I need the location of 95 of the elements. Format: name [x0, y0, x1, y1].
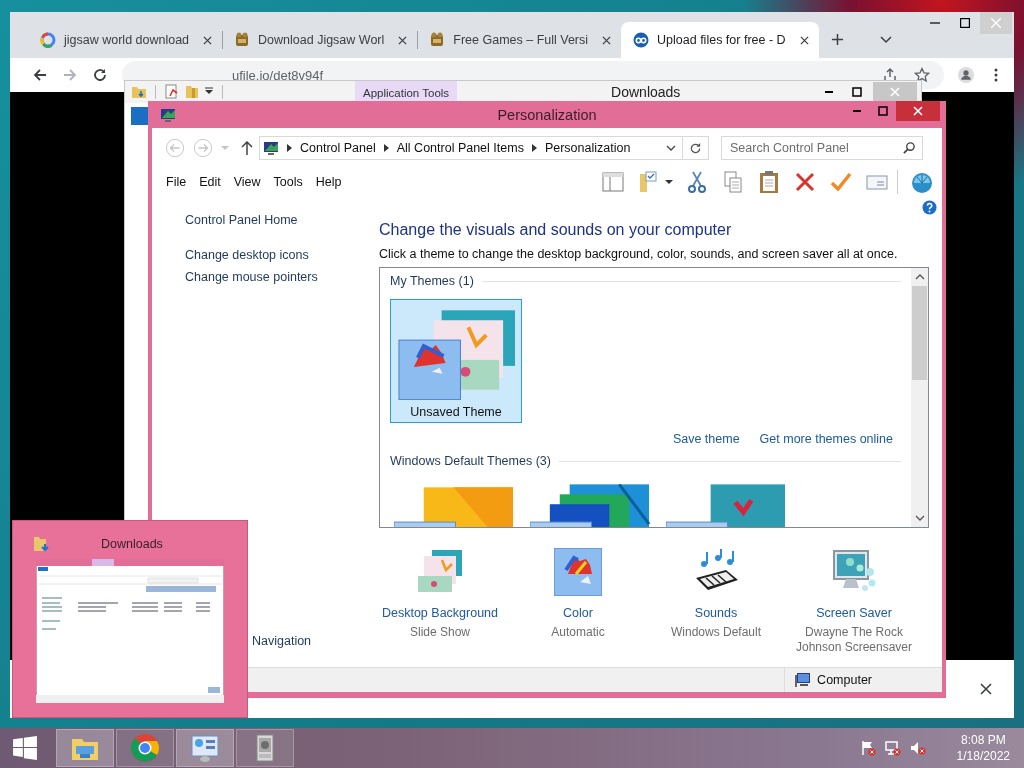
nav-link[interactable]: Control Panel Home: [185, 213, 298, 227]
browser-tab[interactable]: jigsaw world download: [28, 22, 223, 58]
chrome-icon: [129, 732, 161, 764]
new-tab-icon[interactable]: [830, 33, 844, 46]
chevron-down-icon[interactable]: [666, 145, 676, 151]
maximize-icon: [878, 106, 888, 116]
clipboard-icon[interactable]: [757, 170, 781, 194]
close-icon[interactable]: [799, 35, 809, 45]
maximize-icon: [960, 18, 970, 28]
search-icon[interactable]: [903, 141, 916, 154]
close-icon[interactable]: [398, 35, 408, 45]
menu-item[interactable]: Help: [313, 173, 353, 191]
flag-icon[interactable]: [859, 740, 876, 756]
scroll-up-icon[interactable]: [914, 274, 925, 280]
installer-button[interactable]: [236, 729, 294, 767]
close-icon: [991, 18, 1001, 28]
minimize-icon: [824, 91, 834, 93]
back-icon[interactable]: [32, 67, 48, 83]
google-icon: [40, 32, 56, 48]
setting-value: Slide Show: [409, 625, 470, 640]
setting-value: Automatic: [551, 625, 605, 640]
setting-value: Windows Default: [670, 625, 761, 640]
menu-item[interactable]: Edit: [197, 173, 232, 191]
status-text: Computer: [817, 673, 872, 687]
breadcrumb-item[interactable]: Control Panel: [300, 141, 376, 155]
monitor-icon: [160, 106, 176, 123]
setting-link[interactable]: Screen Saver: [816, 606, 892, 620]
nav-link[interactable]: Change desktop icons: [185, 248, 309, 262]
chevron-right-icon[interactable]: [531, 144, 537, 152]
computer-icon: [795, 672, 812, 688]
page-heading: Change the visuals and sounds on your computer: [379, 221, 733, 239]
chrome-button[interactable]: [116, 729, 174, 767]
profile-icon[interactable]: [958, 67, 974, 83]
color-palette-icon[interactable]: [554, 548, 602, 596]
caret-icon[interactable]: [665, 179, 673, 185]
browser-tab[interactable]: Download Jigsaw Worl: [222, 22, 418, 58]
shell-icon[interactable]: [910, 170, 934, 194]
setting-link[interactable]: Color: [563, 606, 593, 620]
breadcrumb-item[interactable]: Personalization: [544, 141, 631, 155]
address-bar[interactable]: Control Panel All Control Panel Items Personalization: [259, 136, 683, 160]
control-panel-button[interactable]: [176, 729, 234, 767]
network-icon[interactable]: [884, 740, 901, 756]
scrollbar[interactable]: [911, 268, 928, 527]
preview-title: Downloads: [101, 537, 163, 551]
group-header: Windows Default Themes (3): [390, 454, 551, 468]
scroll-down-icon[interactable]: [914, 515, 925, 521]
nav-link[interactable]: Change mouse pointers: [185, 270, 318, 284]
control-panel-icon: [189, 732, 221, 764]
caret-icon[interactable]: [204, 87, 214, 97]
chevron-down-icon[interactable]: [880, 36, 892, 44]
setting-value: Dwayne The Rock Johnson Screensaver: [794, 625, 914, 655]
help-icon[interactable]: [922, 200, 937, 215]
close-button[interactable]: [896, 101, 940, 121]
setting-link[interactable]: Sounds: [694, 606, 738, 620]
up-arrow-icon[interactable]: [241, 141, 253, 155]
close-icon[interactable]: [203, 35, 213, 45]
folder-icon[interactable]: [131, 84, 147, 100]
reload-icon[interactable]: [92, 67, 108, 83]
browser-tab[interactable]: Upload files for free - D: [621, 22, 819, 58]
link[interactable]: Get more themes online: [759, 432, 893, 446]
context-tab[interactable]: Application Tools: [355, 81, 458, 103]
close-icon[interactable]: [602, 35, 612, 45]
minimize-icon: [930, 22, 940, 24]
minimize-icon: [852, 110, 862, 112]
link[interactable]: Save theme: [672, 432, 740, 446]
close-button[interactable]: [873, 82, 917, 102]
nav-link[interactable]: Navigation: [252, 634, 312, 648]
browser-tab[interactable]: Free Games – Full Versi: [417, 22, 622, 58]
chevron-right-icon[interactable]: [287, 144, 292, 152]
delete-icon[interactable]: [793, 170, 817, 194]
checkmark-icon[interactable]: [829, 170, 853, 194]
windows-logo-icon[interactable]: [12, 735, 38, 761]
speaker-muted-icon[interactable]: [909, 740, 926, 756]
description-text: Click a theme to change the desktop background, color, sounds, and screen saver all at once.: [379, 247, 898, 261]
star-icon[interactable]: [914, 67, 930, 83]
refresh-icon: [689, 141, 702, 155]
window-preview[interactable]: Downloads: [12, 520, 248, 718]
close-icon: [913, 106, 923, 116]
chevron-right-icon[interactable]: [383, 144, 389, 152]
search-field[interactable]: Search Control Panel: [721, 136, 923, 160]
close-icon[interactable]: [980, 683, 992, 695]
setting-link[interactable]: Desktop Background: [381, 606, 498, 620]
group-header: My Themes (1): [390, 274, 474, 288]
folder-icon: [33, 535, 49, 553]
scissors-icon[interactable]: [685, 170, 709, 194]
menu-item[interactable]: File: [166, 173, 198, 191]
monitor-icon: [263, 140, 279, 156]
menu-item[interactable]: View: [231, 173, 272, 191]
window-title: Personalization: [497, 106, 597, 123]
close-icon: [890, 87, 900, 97]
refresh-button[interactable]: [683, 136, 709, 160]
breadcrumb-item[interactable]: All Control Panel Items: [396, 141, 524, 155]
menu-item[interactable]: Tools: [271, 173, 314, 191]
maximize-icon: [852, 87, 862, 97]
theme-tile[interactable]: Unsaved Theme: [390, 299, 522, 423]
